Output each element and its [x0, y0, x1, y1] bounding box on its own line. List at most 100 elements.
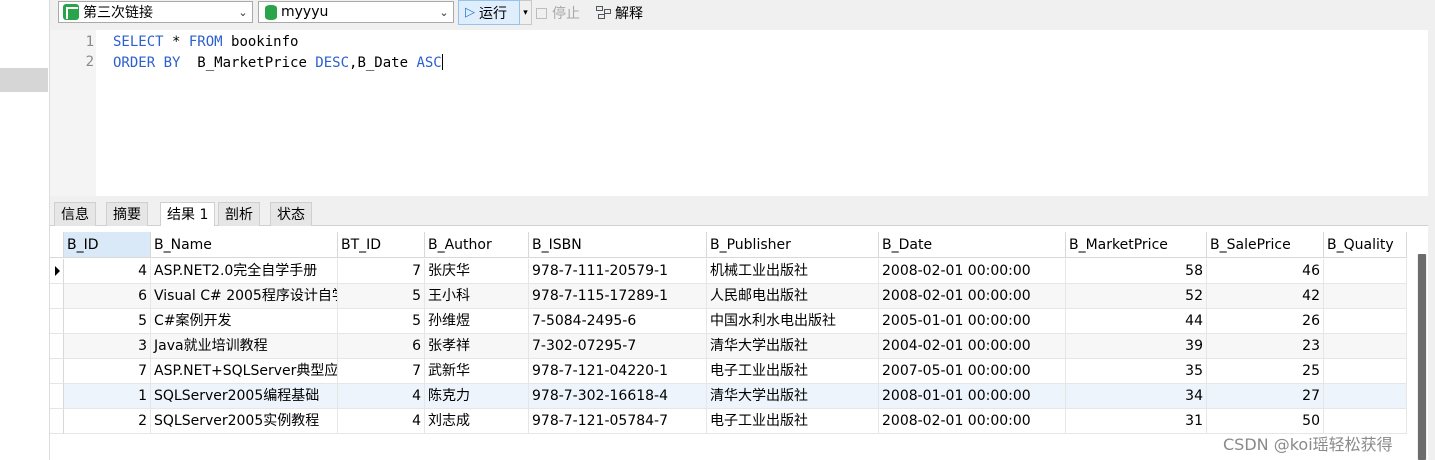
run-dropdown-button[interactable]: ▾ [520, 0, 532, 25]
cell-b-marketprice[interactable]: 34 [1066, 384, 1207, 409]
cell-b-name[interactable]: SQLServer2005实例教程 [151, 409, 338, 434]
cell-b-date[interactable]: 2005-01-01 00:00:00 [879, 309, 1066, 334]
table-row[interactable]: 6Visual C# 2005程序设计自学手册5王小科978-7-115-172… [50, 284, 1407, 309]
cell-b-isbn[interactable]: 7-5084-2495-6 [529, 309, 707, 334]
cell-b-saleprice[interactable]: 42 [1207, 284, 1324, 309]
row-selector[interactable] [50, 359, 64, 384]
code-line[interactable]: SELECT * FROM bookinfo [113, 34, 298, 50]
row-selector[interactable] [50, 384, 64, 409]
column-header-b-publisher[interactable]: B_Publisher [707, 232, 879, 258]
cell-b-author[interactable]: 刘志成 [425, 409, 529, 434]
cell-b-isbn[interactable]: 978-7-121-05784-7 [529, 409, 707, 434]
row-selector[interactable] [50, 309, 64, 334]
run-button[interactable]: ▷ 运行 [458, 0, 520, 25]
cell-b-quality[interactable] [1324, 359, 1407, 384]
cell-b-id[interactable]: 7 [64, 359, 151, 384]
column-header-b-id[interactable]: B_ID [64, 232, 151, 258]
cell-b-quality[interactable] [1324, 284, 1407, 309]
row-selector[interactable] [50, 334, 64, 359]
cell-b-isbn[interactable]: 7-302-07295-7 [529, 334, 707, 359]
cell-b-quality[interactable] [1324, 259, 1407, 284]
tab-1[interactable]: 摘要 [106, 202, 148, 226]
cell-b-date[interactable]: 2008-01-01 00:00:00 [879, 384, 1066, 409]
cell-bt-id[interactable]: 5 [338, 309, 425, 334]
cell-bt-id[interactable]: 4 [338, 384, 425, 409]
result-grid[interactable]: B_ID B_Name BT_ID B_Author B_ISBN B_Publisher… [50, 226, 1428, 460]
sql-editor[interactable]: 1 SELECT * FROM bookinfo 2 ORDER BY B_Marke… [50, 30, 1428, 196]
cell-b-date[interactable]: 2007-05-01 00:00:00 [879, 359, 1066, 384]
cell-b-marketprice[interactable]: 52 [1066, 284, 1207, 309]
cell-b-saleprice[interactable]: 27 [1207, 384, 1324, 409]
column-header-bt-id[interactable]: BT_ID [338, 232, 425, 258]
cell-b-publisher[interactable]: 机械工业出版社 [707, 259, 879, 284]
cell-b-quality[interactable] [1324, 309, 1407, 334]
vertical-scrollbar[interactable] [1417, 254, 1427, 460]
column-header-b-author[interactable]: B_Author [425, 232, 529, 258]
object-panel-selected-item[interactable] [0, 68, 48, 92]
cell-b-marketprice[interactable]: 44 [1066, 309, 1207, 334]
cell-b-name[interactable]: C#案例开发 [151, 309, 338, 334]
cell-b-publisher[interactable]: 中国水利水电出版社 [707, 309, 879, 334]
cell-b-id[interactable]: 1 [64, 384, 151, 409]
table-row[interactable]: 1 SQLServer2005编程基础 4 陈克力 978-7-302-16618-4 清… [50, 384, 1407, 409]
cell-b-quality[interactable] [1324, 384, 1407, 409]
cell-bt-id[interactable]: 6 [338, 334, 425, 359]
cell-bt-id[interactable]: 5 [338, 284, 425, 309]
table-row[interactable]: 7 ASP.NET+SQLServer典型应用 7 武新华 978-7-121-0422… [50, 359, 1407, 384]
cell-b-publisher[interactable]: 清华大学出版社 [707, 334, 879, 359]
cell-b-name[interactable]: ASP.NET2.0完全自学手册 [151, 259, 338, 284]
table-row[interactable]: 2 SQLServer2005实例教程 4 刘志成 978-7-121-05784-7 电… [50, 409, 1407, 434]
column-header-b-saleprice[interactable]: B_SalePrice [1207, 232, 1324, 258]
tab-4[interactable]: 状态 [270, 202, 312, 226]
row-selector[interactable] [50, 284, 64, 309]
cell-b-author[interactable]: 张庆华 [425, 259, 529, 284]
row-selector[interactable] [50, 409, 64, 434]
tab-0[interactable]: 信息 [54, 202, 96, 226]
cell-b-publisher[interactable]: 电子工业出版社 [707, 409, 879, 434]
column-header-b-isbn[interactable]: B_ISBN [529, 232, 707, 258]
cell-bt-id[interactable]: 4 [338, 409, 425, 434]
cell-b-isbn[interactable]: 978-7-111-20579-1 [529, 259, 707, 284]
cell-b-author[interactable]: 王小科 [425, 284, 529, 309]
connection-select[interactable]: 第三次链接 ⌄ [58, 1, 253, 23]
tab-3[interactable]: 剖析 [218, 202, 260, 226]
cell-b-author[interactable]: 张孝祥 [425, 334, 529, 359]
column-header-b-date[interactable]: B_Date [879, 232, 1066, 258]
cell-b-quality[interactable] [1324, 334, 1407, 359]
table-row[interactable]: 5 C#案例开发 5 孙维煜 7-5084-2495-6 中国水利水电出版社 2005-01… [50, 309, 1407, 334]
explain-button[interactable]: 解释 [596, 3, 643, 23]
cell-b-isbn[interactable]: 978-7-302-16618-4 [529, 384, 707, 409]
cell-b-author[interactable]: 武新华 [425, 359, 529, 384]
table-row[interactable]: 3 Java就业培训教程 6 张孝祥 7-302-07295-7 清华大学出版社 2004-… [50, 334, 1407, 359]
cell-b-author[interactable]: 孙维煜 [425, 309, 529, 334]
cell-b-marketprice[interactable]: 31 [1066, 409, 1207, 434]
cell-b-name[interactable]: ASP.NET+SQLServer典型应用 [151, 359, 338, 384]
cell-b-publisher[interactable]: 人民邮电出版社 [707, 284, 879, 309]
cell-b-saleprice[interactable]: 26 [1207, 309, 1324, 334]
stop-button[interactable]: 停止 [536, 3, 580, 23]
scrollbar-thumb[interactable] [1418, 254, 1426, 460]
cell-b-saleprice[interactable]: 46 [1207, 259, 1324, 284]
cell-b-name[interactable]: SQLServer2005编程基础 [151, 384, 338, 409]
cell-b-id[interactable]: 6 [64, 284, 151, 309]
cell-b-author[interactable]: 陈克力 [425, 384, 529, 409]
column-header-b-marketprice[interactable]: B_MarketPrice [1066, 232, 1207, 258]
cell-b-marketprice[interactable]: 35 [1066, 359, 1207, 384]
code-line[interactable]: ORDER BY B_MarketPrice DESC,B_Date ASC [113, 54, 443, 71]
cell-bt-id[interactable]: 7 [338, 259, 425, 284]
column-header-b-quality[interactable]: B_Quality [1324, 232, 1407, 258]
database-select[interactable]: myyyu ⌄ [258, 1, 454, 23]
cell-b-name[interactable]: Java就业培训教程 [151, 334, 338, 359]
cell-b-marketprice[interactable]: 58 [1066, 259, 1207, 284]
cell-b-id[interactable]: 4 [64, 259, 151, 284]
cell-b-date[interactable]: 2008-02-01 00:00:00 [879, 284, 1066, 309]
cell-b-isbn[interactable]: 978-7-115-17289-1 [529, 284, 707, 309]
table-row[interactable]: 4 ASP.NET2.0完全自学手册 7 张庆华 978-7-111-20579-1 机械… [50, 259, 1407, 284]
cell-b-name[interactable]: Visual C# 2005程序设计自学手册 [151, 284, 338, 309]
row-selector[interactable] [50, 259, 64, 284]
cell-b-saleprice[interactable]: 23 [1207, 334, 1324, 359]
cell-bt-id[interactable]: 7 [338, 359, 425, 384]
column-header-b-name[interactable]: B_Name [151, 232, 338, 258]
cell-b-id[interactable]: 3 [64, 334, 151, 359]
tab-2[interactable]: 结果 1 [160, 202, 216, 227]
